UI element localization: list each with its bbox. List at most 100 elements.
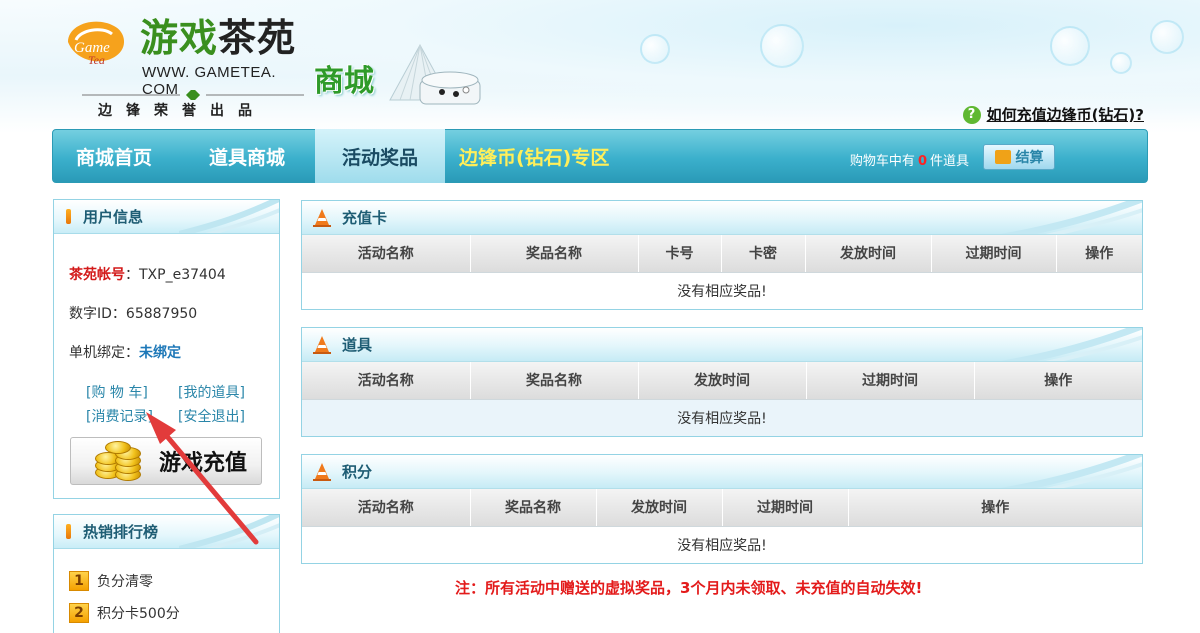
column-header: 活动名称	[302, 362, 471, 400]
bind-value[interactable]: 未绑定	[139, 345, 181, 361]
column-header: 过期时间	[806, 362, 975, 400]
game-recharge-button[interactable]: 游戏充值	[70, 437, 262, 485]
hot-ranking-panel: 热销排行榜 1 负分清零 2 积分卡500分	[53, 514, 280, 633]
table-row: 没有相应奖品!	[302, 526, 1142, 563]
user-info-panel: 用户信息 茶苑帐号：TXP_e37404 数字ID：65887950 单机绑定：…	[53, 199, 280, 499]
numeric-id-row: 数字ID：65887950	[69, 303, 197, 323]
game-recharge-label: 游戏充值	[159, 450, 248, 476]
hot-ranking-header: 热销排行榜	[54, 515, 279, 549]
empty-message: 没有相应奖品!	[677, 410, 767, 427]
cart-link[interactable]: [购 物 车]	[86, 382, 178, 402]
hot-ranking-title: 热销排行榜	[83, 523, 159, 541]
section-title: 道具	[342, 336, 373, 354]
game-tea-logo-icon: Game Tea	[68, 21, 125, 67]
column-header: 奖品名称	[470, 489, 597, 527]
site-logo[interactable]: Game Tea 游戏茶苑 WWW. GAMETEA. COM 边锋荣誉出品	[62, 8, 312, 120]
swoosh-decoration	[179, 515, 279, 548]
table-row: 没有相应奖品!	[302, 399, 1142, 436]
column-header: 发放时间	[596, 489, 723, 527]
section-items: 道具 活动名称 奖品名称 发放时间 过期时间 操作 没有相应奖品!	[301, 327, 1143, 437]
column-header: 操作	[848, 489, 1142, 527]
shop-title: 商城	[314, 64, 374, 99]
bubble-decoration	[1110, 52, 1132, 74]
nav-item-coin-zone[interactable]: 边锋币(钻石)专区	[445, 129, 627, 183]
rank-item-label[interactable]: 积分卡500分	[97, 603, 180, 623]
traffic-cone-icon	[313, 208, 331, 227]
checkout-button[interactable]: 结算	[983, 144, 1055, 170]
header: Game Tea 游戏茶苑 WWW. GAMETEA. COM 边锋荣誉出品 商…	[0, 0, 1200, 128]
rank-number-badge: 1	[69, 571, 89, 591]
logo-slogan: 边锋荣誉出品	[98, 103, 266, 119]
gold-coins-icon	[91, 438, 151, 484]
my-items-link[interactable]: [我的道具]	[178, 382, 256, 402]
question-icon: ?	[962, 105, 981, 124]
bubble-decoration	[760, 24, 804, 68]
purchase-history-link[interactable]: [消费记录]	[86, 406, 178, 426]
cart-icon	[994, 150, 1011, 164]
panel-bar-icon	[66, 209, 71, 224]
swoosh-decoration	[179, 200, 279, 233]
column-header: 操作	[974, 362, 1142, 400]
rank-item-label[interactable]: 负分清零	[97, 571, 153, 591]
column-header: 活动名称	[302, 489, 471, 527]
user-links: [购 物 车] [我的道具] [消费记录] [安全退出]	[86, 382, 256, 426]
account-row: 茶苑帐号：TXP_e37404	[69, 267, 226, 283]
logo-divider	[82, 90, 304, 100]
how-to-recharge-text[interactable]: 如何充值边锋币(钻石)?	[987, 104, 1144, 125]
table-header-row: 活动名称 奖品名称 发放时间 过期时间 操作	[302, 362, 1142, 400]
section-points: 积分 活动名称 奖品名称 发放时间 过期时间 操作 没有相应奖品!	[301, 454, 1143, 564]
section-title: 积分	[342, 463, 373, 481]
column-header: 奖品名称	[470, 362, 639, 400]
nav-item-item-shop[interactable]: 道具商城	[179, 129, 315, 183]
swoosh-decoration	[1000, 328, 1142, 361]
checkout-label: 结算	[1015, 150, 1044, 166]
svg-text:Tea: Tea	[88, 53, 105, 67]
bubble-decoration	[1050, 26, 1090, 66]
section-header: 充值卡	[302, 201, 1142, 235]
numeric-id-value: 65887950	[125, 306, 198, 322]
numeric-id-label: 数字ID：	[69, 306, 126, 322]
column-header: 奖品名称	[470, 235, 639, 273]
logo-title: 游戏茶苑	[140, 12, 296, 64]
items-table: 活动名称 奖品名称 发放时间 过期时间 操作 没有相应奖品!	[302, 362, 1142, 436]
expiry-note: 注：所有活动中赠送的虚拟奖品，3个月内未领取、未充值的自动失效!	[455, 579, 923, 597]
logo-title-part2: 茶苑	[218, 15, 297, 60]
section-recharge-card: 充值卡 活动名称 奖品名称 卡号 卡密 发放时间 过期时间 操作 没有相应奖品!	[301, 200, 1143, 310]
column-header: 卡号	[638, 235, 722, 273]
bubble-decoration	[1150, 20, 1184, 54]
swoosh-decoration	[1000, 201, 1142, 234]
traffic-cone-icon	[313, 462, 331, 481]
swoosh-decoration	[1000, 455, 1142, 488]
nav-item-activity-prizes[interactable]: 活动奖品	[315, 129, 445, 183]
main-nav: 商城首页 道具商城 活动奖品 边锋币(钻石)专区 购物车中有 0 件道具 结算	[52, 129, 1148, 183]
traffic-cone-icon	[313, 335, 331, 354]
rank-item[interactable]: 2 积分卡500分	[69, 603, 180, 623]
rank-item[interactable]: 1 负分清零	[69, 571, 153, 591]
column-header: 过期时间	[722, 489, 849, 527]
bind-label: 单机绑定：	[69, 345, 139, 361]
account-value: TXP_e37404	[139, 267, 226, 283]
user-info-header: 用户信息	[54, 200, 279, 234]
bind-row: 单机绑定：未绑定	[69, 342, 181, 362]
user-info-title: 用户信息	[83, 208, 144, 226]
account-label: 茶苑帐号	[69, 267, 125, 283]
logout-link[interactable]: [安全退出]	[178, 406, 256, 426]
column-header: 活动名称	[302, 235, 471, 273]
rank-number-badge: 2	[69, 603, 89, 623]
column-header: 发放时间	[638, 362, 807, 400]
cart-info: 购物车中有 0 件道具	[850, 150, 969, 169]
cart-suffix: 件道具	[929, 154, 969, 169]
table-row: 没有相应奖品!	[302, 272, 1142, 309]
column-header: 卡密	[721, 235, 806, 273]
how-to-recharge-link[interactable]: ? 如何充值边锋币(钻石)?	[962, 104, 1144, 125]
recharge-card-table: 活动名称 奖品名称 卡号 卡密 发放时间 过期时间 操作 没有相应奖品!	[302, 235, 1142, 309]
section-header: 积分	[302, 455, 1142, 489]
column-header: 操作	[1056, 235, 1142, 273]
cart-prefix: 购物车中有	[849, 154, 915, 169]
nav-item-home[interactable]: 商城首页	[53, 129, 179, 183]
column-header: 发放时间	[805, 235, 932, 273]
points-table: 活动名称 奖品名称 发放时间 过期时间 操作 没有相应奖品!	[302, 489, 1142, 563]
panel-bar-icon	[66, 524, 71, 539]
column-header: 过期时间	[931, 235, 1057, 273]
cart-count: 0	[917, 154, 927, 169]
